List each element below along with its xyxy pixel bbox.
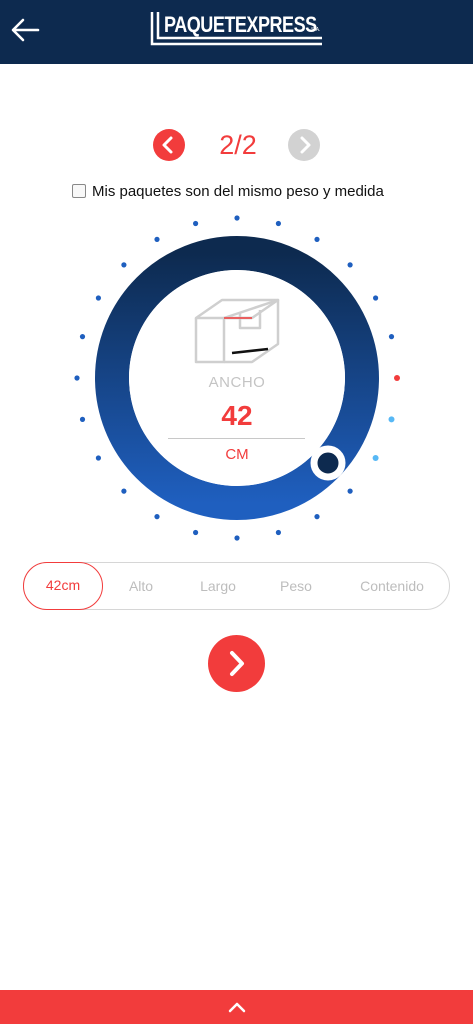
- step-alto[interactable]: Alto: [116, 563, 166, 609]
- step-peso[interactable]: Peso: [270, 563, 322, 609]
- app-header: PAQUETEXPRESS S.A.: [0, 0, 473, 64]
- next-package-button[interactable]: [288, 129, 320, 161]
- dial-tick-dot: [388, 416, 395, 423]
- step-largo[interactable]: Largo: [188, 563, 248, 609]
- same-package-label: Mis paquetes son del mismo peso y medida: [92, 182, 384, 200]
- logo-suffix: S.A.: [311, 27, 321, 33]
- dial-tick-dot: [154, 514, 160, 520]
- logo-text: PAQUETEXPRESS: [164, 12, 317, 37]
- dial-tick-dot: [193, 220, 199, 227]
- dial-tick-dot: [121, 262, 127, 268]
- value-divider: [168, 438, 305, 439]
- same-package-row: Mis paquetes son del mismo peso y medida: [72, 180, 384, 202]
- same-package-checkbox[interactable]: [72, 184, 86, 198]
- dial-tick-dot: [95, 455, 101, 461]
- dial-tick-dot: [79, 416, 86, 422]
- paquetexpress-logo: PAQUETEXPRESS S.A.: [150, 10, 325, 50]
- dimension-unit: CM: [225, 446, 249, 463]
- arrow-left-icon: [11, 18, 40, 42]
- dial-tick-dot: [234, 215, 240, 221]
- package-pager: 2/2: [0, 128, 473, 162]
- dial-tick-dot: [373, 295, 379, 301]
- dimension-value: 42: [221, 400, 253, 431]
- chevron-right-icon: [230, 651, 244, 676]
- dial-tick-dot: [394, 375, 400, 381]
- bottom-drawer-toggle[interactable]: [0, 990, 473, 1024]
- dial-handle[interactable]: [310, 445, 346, 481]
- dial-tick-dot: [74, 375, 80, 381]
- dial-tick-dot: [314, 236, 320, 242]
- step-contenido[interactable]: Contenido: [346, 563, 438, 609]
- next-step-button[interactable]: [208, 635, 265, 692]
- dial-tick-dot: [347, 488, 353, 494]
- dial-tick-dot: [275, 220, 281, 227]
- dial-tick-dot: [121, 488, 127, 494]
- dial-tick-dot: [372, 455, 379, 461]
- dial-tick-dot: [275, 529, 281, 536]
- dimension-label: ANCHO: [208, 374, 266, 391]
- chevron-up-icon: [228, 1002, 246, 1013]
- dial-tick-dot: [193, 529, 199, 536]
- dimension-steps: 42cm Alto Largo Peso Contenido: [23, 562, 450, 610]
- dial-tick-dot: [347, 262, 353, 268]
- back-button[interactable]: [8, 12, 44, 48]
- step-ancho[interactable]: 42cm: [23, 562, 103, 610]
- chevron-left-icon: [162, 136, 173, 154]
- dial-tick-dot: [314, 514, 320, 520]
- chevron-right-icon: [300, 136, 311, 154]
- measure-dial: ANCHO 42 CM: [0, 200, 473, 560]
- dial-tick-dot: [234, 535, 240, 541]
- pager-counter: 2/2: [219, 130, 257, 160]
- dial-tick-dot: [388, 334, 395, 340]
- screen: PAQUETEXPRESS S.A. 2/2 Mis paquetes son …: [0, 0, 473, 1024]
- previous-package-button[interactable]: [153, 129, 185, 161]
- dial-tick-dot: [95, 295, 101, 301]
- dial-tick-dot: [154, 236, 160, 242]
- dial-tick-dot: [79, 334, 86, 340]
